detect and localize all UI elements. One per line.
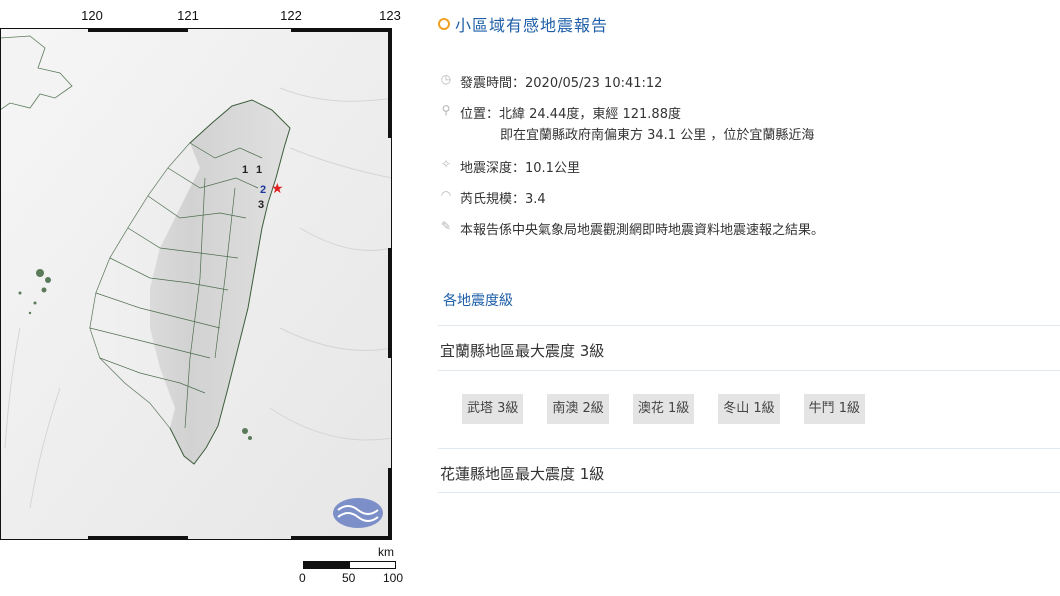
station-mark: 1: [242, 164, 248, 176]
divider: [438, 325, 1060, 326]
region-title-yilan: 宜蘭縣地區最大震度 3級: [440, 342, 605, 360]
divider: [438, 448, 1060, 449]
divider: [438, 492, 1060, 493]
longitude-label: 123: [379, 8, 401, 23]
scale-bar: [303, 561, 396, 569]
intensity-section-link[interactable]: 各地震度級: [443, 290, 513, 310]
location-coordinates: 位置：北緯 24.44度，東經 121.88度: [460, 107, 681, 122]
scale-unit: km: [378, 545, 394, 559]
scale-tick: 50: [342, 571, 356, 585]
origin-time-row: ◷ 發震時間：2020/05/23 10:41:12: [438, 72, 663, 91]
location-row: ⚲ 位置：北緯 24.44度，東經 121.88度: [438, 103, 681, 122]
star-icon: ✧: [440, 157, 452, 171]
location-description: 即在宜蘭縣政府南偏東方 34.1 公里 ，位於宜蘭縣近海: [500, 128, 815, 143]
station-list-yilan: 武塔 3級 南澳 2級 澳花 1級 冬山 1級 牛鬥 1級: [462, 394, 889, 424]
station-chip: 武塔 3級: [462, 394, 524, 424]
clock-icon: ◷: [440, 72, 452, 86]
station-chip: 牛鬥 1級: [803, 394, 866, 424]
station-chip: 冬山 1級: [718, 394, 780, 424]
earthquake-map: 120 121 122 123 1 1 2 3 ★ km 0 50 100: [0, 0, 420, 596]
map-canvas: 1 1 2 3 ★: [0, 28, 392, 540]
gauge-icon: ◠: [440, 188, 452, 202]
magnitude-row: ◠ 芮氏規模：3.4: [438, 188, 546, 207]
cwb-logo-icon: [333, 498, 383, 528]
longitude-label: 121: [177, 8, 199, 23]
report-header: 小區域有感地震報告: [438, 12, 608, 36]
scale-tick: 0: [299, 571, 306, 585]
note-row: ✎ 本報告係中央氣象局地震觀測網即時地震資料地震速報之結果。: [438, 219, 824, 238]
pencil-icon: ✎: [440, 219, 452, 233]
origin-time: 發震時間：2020/05/23 10:41:12: [460, 76, 663, 91]
longitude-label: 120: [81, 8, 103, 23]
report-title: 小區域有感地震報告: [455, 16, 609, 35]
focal-depth: 地震深度：10.1公里: [460, 161, 580, 176]
station-mark: 1: [256, 164, 262, 176]
longitude-label: 122: [280, 8, 302, 23]
divider: [438, 370, 1060, 371]
report-note: 本報告係中央氣象局地震觀測網即時地震資料地震速報之結果。: [460, 223, 825, 238]
station-mark: 3: [258, 199, 264, 211]
scale-tick: 100: [383, 571, 404, 585]
pin-icon: ⚲: [441, 103, 451, 117]
magnitude: 芮氏規模：3.4: [460, 192, 546, 207]
station-chip: 澳花 1級: [632, 394, 695, 424]
station-mark: 2: [260, 184, 266, 196]
earthquake-report: 小區域有感地震報告 ◷ 發震時間：2020/05/23 10:41:12 ⚲ 位…: [438, 0, 1060, 596]
ring-icon: [438, 18, 450, 30]
epicenter-star-icon: ★: [271, 181, 284, 197]
depth-row: ✧ 地震深度：10.1公里: [438, 157, 580, 176]
station-chip: 南澳 2級: [547, 394, 609, 424]
region-title-hualien: 花蓮縣地區最大震度 1級: [440, 465, 605, 483]
